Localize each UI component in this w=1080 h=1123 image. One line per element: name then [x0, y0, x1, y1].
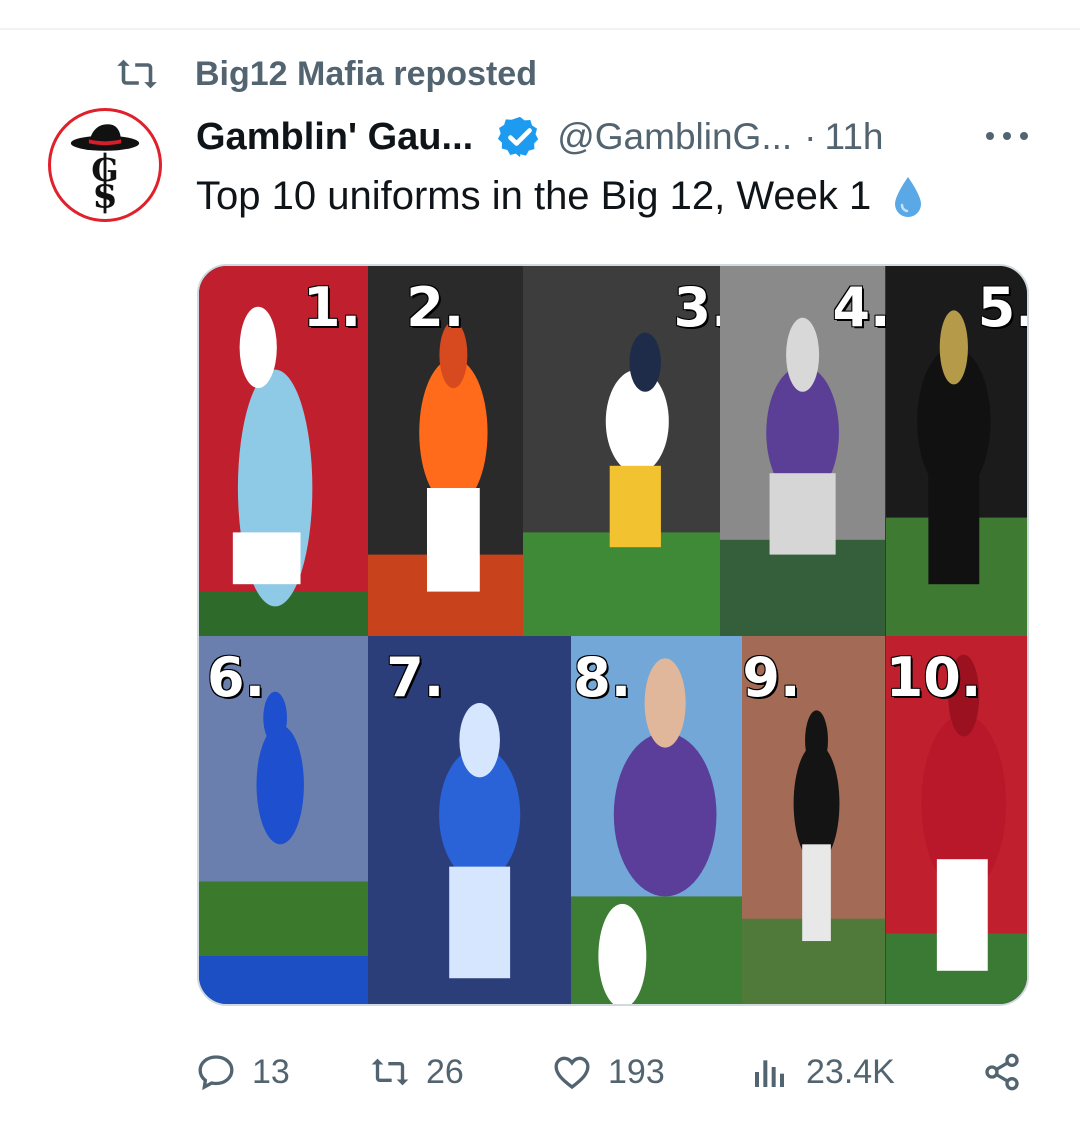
handle[interactable]: @GamblinG... [557, 116, 792, 158]
droplet-icon [895, 176, 922, 217]
tweet-body: Top 10 uniforms in the Big 12, Week 1 [196, 174, 872, 218]
rank-label-9: 9. [742, 646, 801, 709]
rank-label-3: 3. [673, 276, 720, 339]
uniform-tile-9[interactable]: 9. [742, 636, 886, 1004]
uniform-tile-5[interactable]: 5. [885, 266, 1027, 636]
repost-count: 26 [426, 1052, 464, 1091]
verified-badge-icon[interactable] [497, 114, 543, 160]
uniform-tile-6[interactable]: 6. [199, 636, 369, 1004]
tweet-text: Top 10 uniforms in the Big 12, Week 1 [196, 174, 923, 219]
repost-label: Big12 Mafia reposted [195, 54, 537, 93]
gambling-gauntlet-logo: G S [70, 124, 140, 216]
views-count: 23.4K [806, 1052, 895, 1091]
rank-label-7: 7. [386, 646, 445, 709]
timestamp[interactable]: 11h [825, 116, 884, 158]
reply-icon [198, 1055, 234, 1091]
uniform-tile-4[interactable]: 4. [720, 266, 886, 636]
like-button[interactable]: 193 [552, 1040, 665, 1104]
uniform-tile-2[interactable]: 2. [368, 266, 524, 636]
repost-button[interactable]: 26 [370, 1040, 464, 1104]
uniform-tile-8[interactable]: 8. [571, 636, 743, 1004]
rank-label-5: 5. [977, 276, 1027, 339]
reply-button[interactable]: 13 [196, 1040, 290, 1104]
top-divider [0, 28, 1080, 30]
uniform-tile-10[interactable]: 10. [885, 636, 1027, 1004]
display-name[interactable]: Gamblin' Gau... [196, 116, 473, 159]
media-row-top: 1. 2. 3. 4. 5. [199, 266, 1027, 636]
like-count: 193 [608, 1052, 665, 1091]
rank-label-4: 4. [832, 276, 886, 339]
media-grid[interactable]: 1. 2. 3. 4. 5. 6. 7. 8. [197, 264, 1029, 1006]
rank-label-6: 6. [207, 646, 266, 709]
rank-label-2: 2. [406, 276, 465, 339]
repost-icon [117, 59, 157, 89]
rank-label-10: 10. [885, 646, 982, 709]
uniform-tile-7[interactable]: 7. [368, 636, 572, 1004]
separator-dot: · [804, 116, 817, 157]
reply-count: 13 [252, 1052, 290, 1091]
uniform-tile-1[interactable]: 1. [199, 266, 369, 636]
views-icon [755, 1060, 784, 1087]
tweet-header: Gamblin' Gau... @GamblinG... · 11h [196, 112, 884, 162]
views-button[interactable]: 23.4K [750, 1040, 895, 1104]
action-bar: 13 26 193 23.4K [0, 1040, 1080, 1104]
media-row-bottom: 6. 7. 8. 9. 10. [199, 636, 1027, 1004]
rank-label-8: 8. [573, 646, 632, 709]
share-icon [985, 1053, 1019, 1091]
uniform-tile-3[interactable]: 3. [523, 266, 721, 636]
rank-label-1: 1. [303, 276, 362, 339]
repost-context[interactable]: Big12 Mafia reposted [115, 54, 537, 94]
share-button[interactable] [982, 1040, 1038, 1104]
heart-icon [554, 1056, 590, 1090]
avatar[interactable]: G S [48, 108, 162, 222]
repost-icon [371, 1058, 409, 1086]
more-options-icon[interactable] [982, 124, 1032, 148]
